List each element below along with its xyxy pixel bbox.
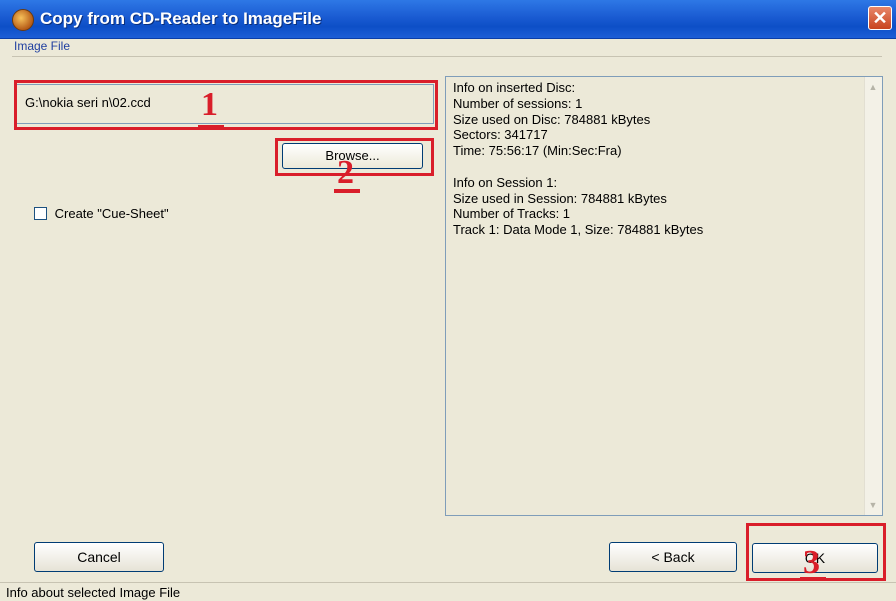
- annotation-box-2: [275, 138, 434, 176]
- disc-info-panel: Info on inserted Disc: Number of sessions…: [445, 76, 883, 516]
- image-file-group-label: Image File: [14, 39, 71, 53]
- info-line: Info on Session 1:: [453, 174, 558, 190]
- annotation-number-2: 2: [337, 154, 354, 191]
- cue-sheet-checkbox[interactable]: [34, 207, 47, 221]
- annotation-underline-2: [334, 189, 360, 193]
- cue-sheet-label: Create "Cue-Sheet": [54, 206, 169, 222]
- scroll-down-icon[interactable]: ▼: [867, 499, 879, 511]
- disc-info-text: Info on inserted Disc: Number of sessions…: [453, 80, 875, 238]
- window-title: Copy from CD-Reader to ImageFile: [40, 9, 322, 28]
- status-text: Info about selected Image File: [6, 585, 181, 600]
- annotation-underline-1: [198, 125, 224, 129]
- info-line: Number of sessions: 1: [453, 95, 583, 111]
- annotation-box-1: [14, 80, 438, 130]
- cd-burner-icon: [12, 9, 34, 31]
- annotation-number-3: 3: [803, 544, 820, 581]
- title-bar: Copy from CD-Reader to ImageFile ✕: [0, 0, 896, 39]
- info-line: Size used in Session: 784881 kBytes: [453, 190, 667, 206]
- info-line: Info on inserted Disc:: [453, 80, 576, 95]
- scroll-up-icon[interactable]: ▲: [867, 81, 879, 93]
- info-line: Time: 75:56:17 (Min:Sec:Fra): [453, 143, 622, 159]
- annotation-underline-3: [800, 577, 826, 581]
- info-scrollbar[interactable]: ▲ ▼: [864, 77, 882, 515]
- close-icon[interactable]: ✕: [868, 6, 892, 30]
- info-line: Track 1: Data Mode 1, Size: 784881 kByte…: [453, 222, 704, 238]
- annotation-number-1: 1: [201, 86, 218, 123]
- status-bar: Info about selected Image File: [0, 582, 896, 601]
- info-line: Number of Tracks: 1: [453, 206, 571, 222]
- cue-sheet-option[interactable]: Create "Cue-Sheet": [34, 205, 169, 221]
- info-line: Sectors: 341717: [453, 127, 548, 143]
- back-button[interactable]: < Back: [609, 542, 737, 572]
- group-divider: [12, 56, 882, 57]
- info-line: Size used on Disc: 784881 kBytes: [453, 111, 651, 127]
- cancel-button[interactable]: Cancel: [34, 542, 164, 572]
- info-line: [453, 159, 875, 175]
